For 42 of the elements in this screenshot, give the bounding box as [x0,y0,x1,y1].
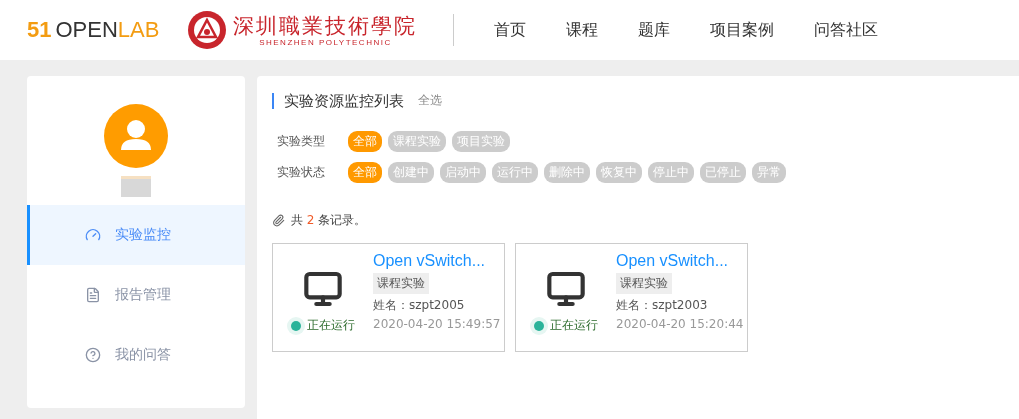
nav-link[interactable]: 课程 [546,19,619,41]
paperclip-icon [272,214,285,227]
type-tag: 课程实验 [373,273,429,294]
nav-link[interactable]: 首页 [474,19,547,41]
select-all-link[interactable]: 全选 [418,92,442,109]
school-name: 深圳職業技術學院 [233,13,418,38]
filter-chip[interactable]: 全部 [348,162,382,183]
sidebar-item-label: 我的问答 [114,346,171,364]
nav-link[interactable]: 题库 [618,19,691,41]
filter-label: 实验类型 [276,133,326,150]
monitor-icon [546,269,586,309]
openlab-logo: 51 OPENLAB [27,17,160,43]
user-name: 姓名：szpt2003 [616,297,709,314]
filter-label: 实验状态 [276,164,326,181]
status-text: 正在运行 [307,317,355,334]
experiment-title[interactable]: Open vSwitch... [616,252,744,270]
nav-link[interactable]: 项目案例 [690,19,795,41]
sidebar-item[interactable]: 实验监控 [27,205,245,265]
experiment-title[interactable]: Open vSwitch... [373,252,501,270]
type-tag: 课程实验 [616,273,672,294]
user-name: 姓名：szpt2005 [373,297,466,314]
sidebar-item-label: 报告管理 [114,286,171,304]
filter-chip[interactable]: 全部 [348,131,382,152]
gauge-icon [84,227,101,243]
timestamp: 2020-04-20 15:49:57 [373,317,501,331]
timestamp: 2020-04-20 15:20:44 [616,317,744,331]
experiment-card[interactable]: 正在运行 Open vSwitch... 课程实验 姓名：szpt2005 2020-04-20 15:49:57 [272,243,505,352]
nav-link[interactable]: 问答社区 [794,19,899,41]
help-icon [84,347,101,363]
status-dot [291,320,301,331]
redacted-name [121,176,151,197]
record-count: 共 2 条记录。 [291,212,367,229]
monitor-icon [303,269,343,309]
emblem-icon [187,10,228,50]
experiment-card[interactable]: 正在运行 Open vSwitch... 课程实验 姓名：szpt2003 2020-04-20 15:20:44 [515,243,748,352]
status-text: 正在运行 [550,317,598,334]
document-icon [84,287,101,303]
status-dot [534,320,544,331]
section-title: 实验资源监控列表 [272,92,404,109]
avatar [104,104,168,168]
sidebar-item-label: 实验监控 [114,226,171,244]
school-name-english: SHENZHEN POLYTECHNIC [259,37,392,47]
